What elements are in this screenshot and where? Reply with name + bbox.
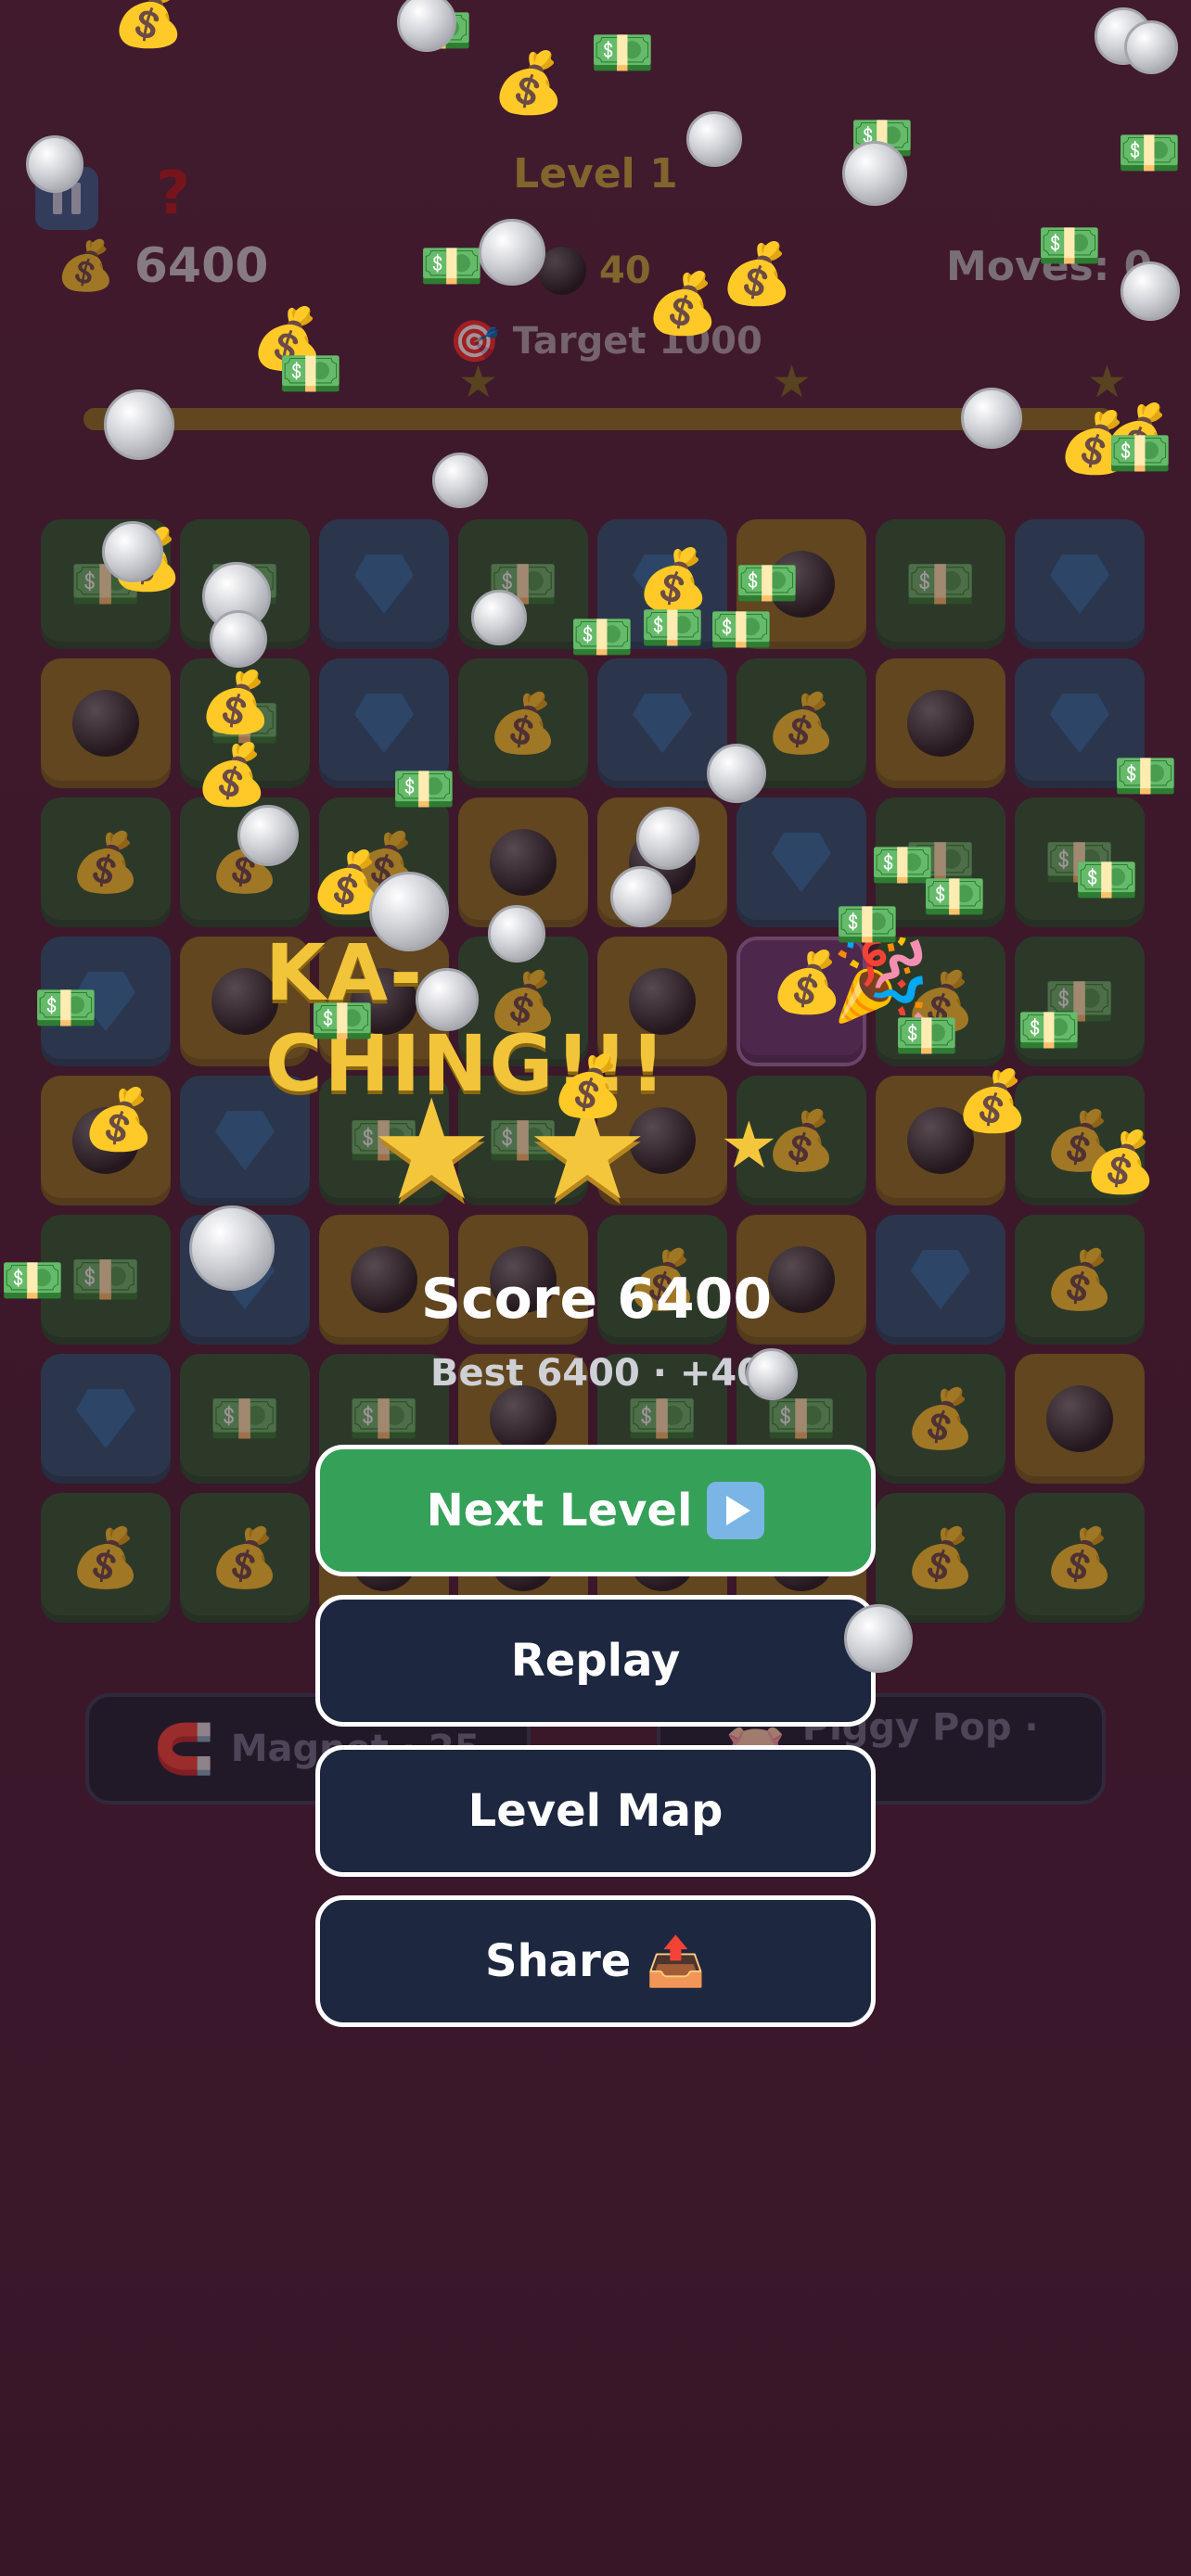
- next-level-label: Next Level: [426, 1485, 693, 1537]
- money-bag-icon: 💰: [551, 1052, 625, 1121]
- silver-coin-icon: [488, 905, 545, 963]
- bill-icon: 💵: [419, 236, 484, 297]
- bill-icon: 💵: [1074, 850, 1139, 911]
- result-star-icon: ★: [720, 1107, 778, 1183]
- bill-icon: 💵: [570, 607, 634, 668]
- result-star-icon: ★: [369, 1070, 494, 1231]
- money-bag-icon: 💰: [955, 1067, 1030, 1136]
- money-bag-icon: 💰: [82, 1086, 156, 1154]
- final-score: Score 6400: [420, 1267, 773, 1332]
- bill-icon: 💵: [640, 598, 705, 658]
- bill-icon: 💵: [835, 895, 900, 955]
- bill-icon: 💵: [391, 759, 456, 820]
- silver-coin-icon: [746, 1348, 798, 1400]
- money-bag-icon: 💰: [111, 0, 186, 51]
- silver-coin-icon: [104, 389, 174, 460]
- bill-icon: 💵: [590, 23, 655, 83]
- game-screen: ? Level 1 💰 6400 40 Moves: 0 🎯 Target 10…: [0, 0, 1191, 2576]
- bill-icon: 💵: [922, 867, 987, 927]
- replay-label: Replay: [510, 1635, 681, 1687]
- bill-icon: 💵: [33, 978, 98, 1039]
- money-bag-icon: 💰: [492, 49, 566, 118]
- share-button[interactable]: Share 📤: [315, 1895, 876, 2027]
- silver-coin-icon: [844, 1604, 913, 1673]
- silver-coin-icon: [237, 805, 299, 866]
- next-level-button[interactable]: Next Level: [315, 1445, 876, 1576]
- silver-coin-icon: [416, 968, 479, 1031]
- silver-coin-icon: [686, 111, 742, 167]
- money-bag-icon: 💰: [195, 741, 269, 810]
- outbox-icon: 📤: [646, 1933, 707, 1990]
- bill-icon: 💵: [1117, 123, 1182, 184]
- bill-icon: 💵: [1017, 1001, 1082, 1061]
- silver-coin-icon: [471, 590, 527, 645]
- silver-coin-icon: [1121, 261, 1180, 321]
- bill-icon: 💵: [310, 991, 375, 1052]
- silver-coin-icon: [432, 453, 488, 508]
- share-label: Share: [484, 1935, 632, 1987]
- bill-icon: 💵: [894, 1006, 959, 1066]
- silver-coin-icon: [26, 135, 83, 193]
- bill-icon: 💵: [1113, 746, 1178, 807]
- silver-coin-icon: [189, 1205, 275, 1291]
- bill-icon: 💵: [1037, 216, 1102, 276]
- silver-coin-icon: [1124, 20, 1178, 74]
- silver-coin-icon: [479, 219, 545, 286]
- bill-icon: 💵: [278, 344, 343, 404]
- silver-coin-icon: [707, 744, 766, 803]
- silver-coin-icon: [842, 141, 907, 206]
- replay-button[interactable]: Replay: [315, 1595, 876, 1727]
- silver-coin-icon: [961, 388, 1022, 449]
- money-bag-icon: 💰: [646, 270, 720, 338]
- play-icon: [707, 1482, 765, 1539]
- money-bag-icon: 💰: [1083, 1129, 1158, 1197]
- level-map-button[interactable]: Level Map: [315, 1745, 876, 1877]
- money-bag-icon: 💰: [770, 949, 844, 1017]
- bill-icon: 💵: [1108, 424, 1172, 484]
- silver-coin-icon: [369, 872, 449, 951]
- money-bag-icon: 💰: [198, 669, 273, 737]
- silver-coin-icon: [102, 521, 163, 582]
- level-map-label: Level Map: [467, 1785, 724, 1837]
- bill-icon: 💵: [0, 1251, 65, 1311]
- silver-coin-icon: [210, 610, 267, 668]
- bill-icon: 💵: [709, 600, 774, 660]
- silver-coin-icon: [610, 866, 672, 927]
- money-bag-icon: 💰: [720, 240, 794, 309]
- silver-coin-icon: [636, 807, 699, 870]
